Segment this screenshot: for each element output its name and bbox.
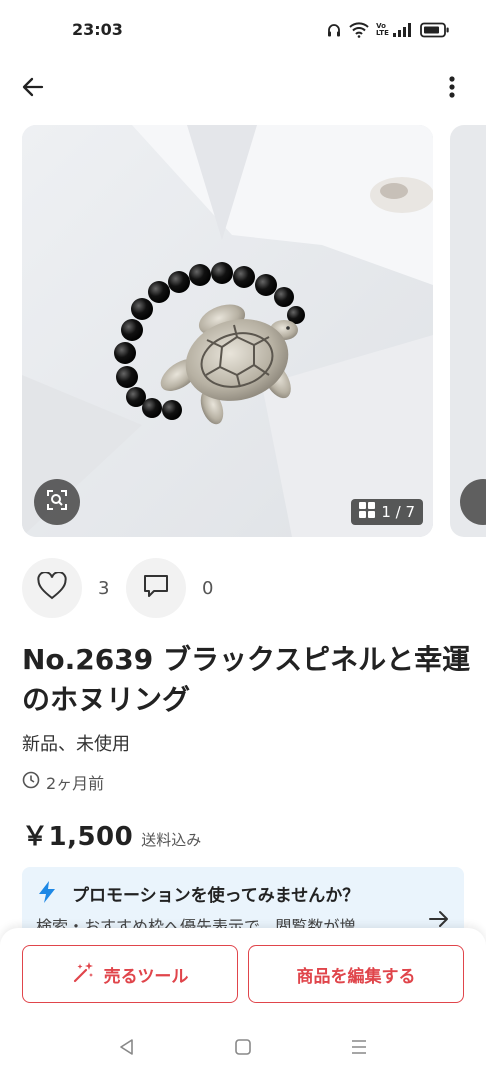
- more-vertical-icon: [449, 75, 455, 103]
- image-search-icon: [45, 488, 69, 516]
- clock-icon: [22, 771, 40, 793]
- comment-icon: [142, 572, 170, 604]
- lightning-icon: [36, 880, 58, 908]
- headphones-icon: [326, 22, 342, 38]
- image-search-button[interactable]: [34, 479, 80, 525]
- edit-item-label: 商品を編集する: [296, 966, 416, 987]
- signal-icon: [393, 23, 413, 37]
- heart-icon: [37, 571, 67, 604]
- posted-time-text: 2ヶ月前: [46, 774, 105, 793]
- status-icons: Vo LTE: [326, 20, 450, 40]
- sell-tools-button[interactable]: 売るツール: [22, 945, 238, 1003]
- photo-counter-text: 1 / 7: [381, 503, 415, 521]
- volte-icon: Vo LTE: [376, 22, 389, 37]
- shipping-label: 送料込み: [141, 831, 202, 849]
- status-bar: 23:03 Vo LTE: [0, 0, 486, 62]
- top-app-bar: [0, 62, 486, 114]
- comment-button[interactable]: [126, 558, 186, 618]
- nav-back-icon: [118, 1038, 136, 1060]
- battery-icon: [420, 22, 450, 38]
- grid-icon: [359, 502, 376, 522]
- item-price: ￥1,500: [22, 822, 134, 852]
- magic-wand-icon: [72, 960, 96, 989]
- bottom-action-bar: 売るツール 商品を編集する: [0, 928, 486, 1018]
- nav-menu-icon: [350, 1038, 368, 1060]
- next-photo-peek[interactable]: [450, 125, 486, 537]
- like-button[interactable]: [22, 558, 82, 618]
- nav-home-icon: [234, 1038, 252, 1060]
- item-title: No.2639 ブラックスピネルと幸運のホヌリング: [22, 643, 471, 716]
- price-row: ￥1,500 送料込み: [22, 816, 201, 853]
- nav-menu-button[interactable]: [346, 1036, 372, 1062]
- nav-back-button[interactable]: [114, 1036, 140, 1062]
- image-carousel[interactable]: 1 / 7: [0, 125, 486, 537]
- like-count: 3: [98, 577, 110, 599]
- status-time: 23:03: [72, 20, 123, 39]
- posted-time: 2ヶ月前: [22, 770, 104, 794]
- edit-item-button[interactable]: 商品を編集する: [248, 945, 464, 1003]
- nav-home-button[interactable]: [230, 1036, 256, 1062]
- product-photo-illustration: [22, 125, 433, 537]
- more-options-button[interactable]: [438, 72, 466, 106]
- image-search-button-next[interactable]: [460, 479, 486, 525]
- item-condition: 新品、未使用: [22, 734, 130, 755]
- arrow-left-icon: [21, 75, 45, 103]
- system-navigation-bar: [0, 1018, 486, 1080]
- product-photo[interactable]: 1 / 7: [22, 125, 433, 537]
- back-button[interactable]: [16, 72, 50, 106]
- photo-counter-badge[interactable]: 1 / 7: [351, 499, 423, 525]
- reactions-row: 3 0: [22, 558, 230, 618]
- sell-tools-label: 売るツール: [103, 966, 189, 987]
- wifi-icon: [349, 22, 369, 38]
- promotion-title: プロモーションを使ってみませんか？: [72, 886, 360, 906]
- comment-count: 0: [202, 577, 214, 599]
